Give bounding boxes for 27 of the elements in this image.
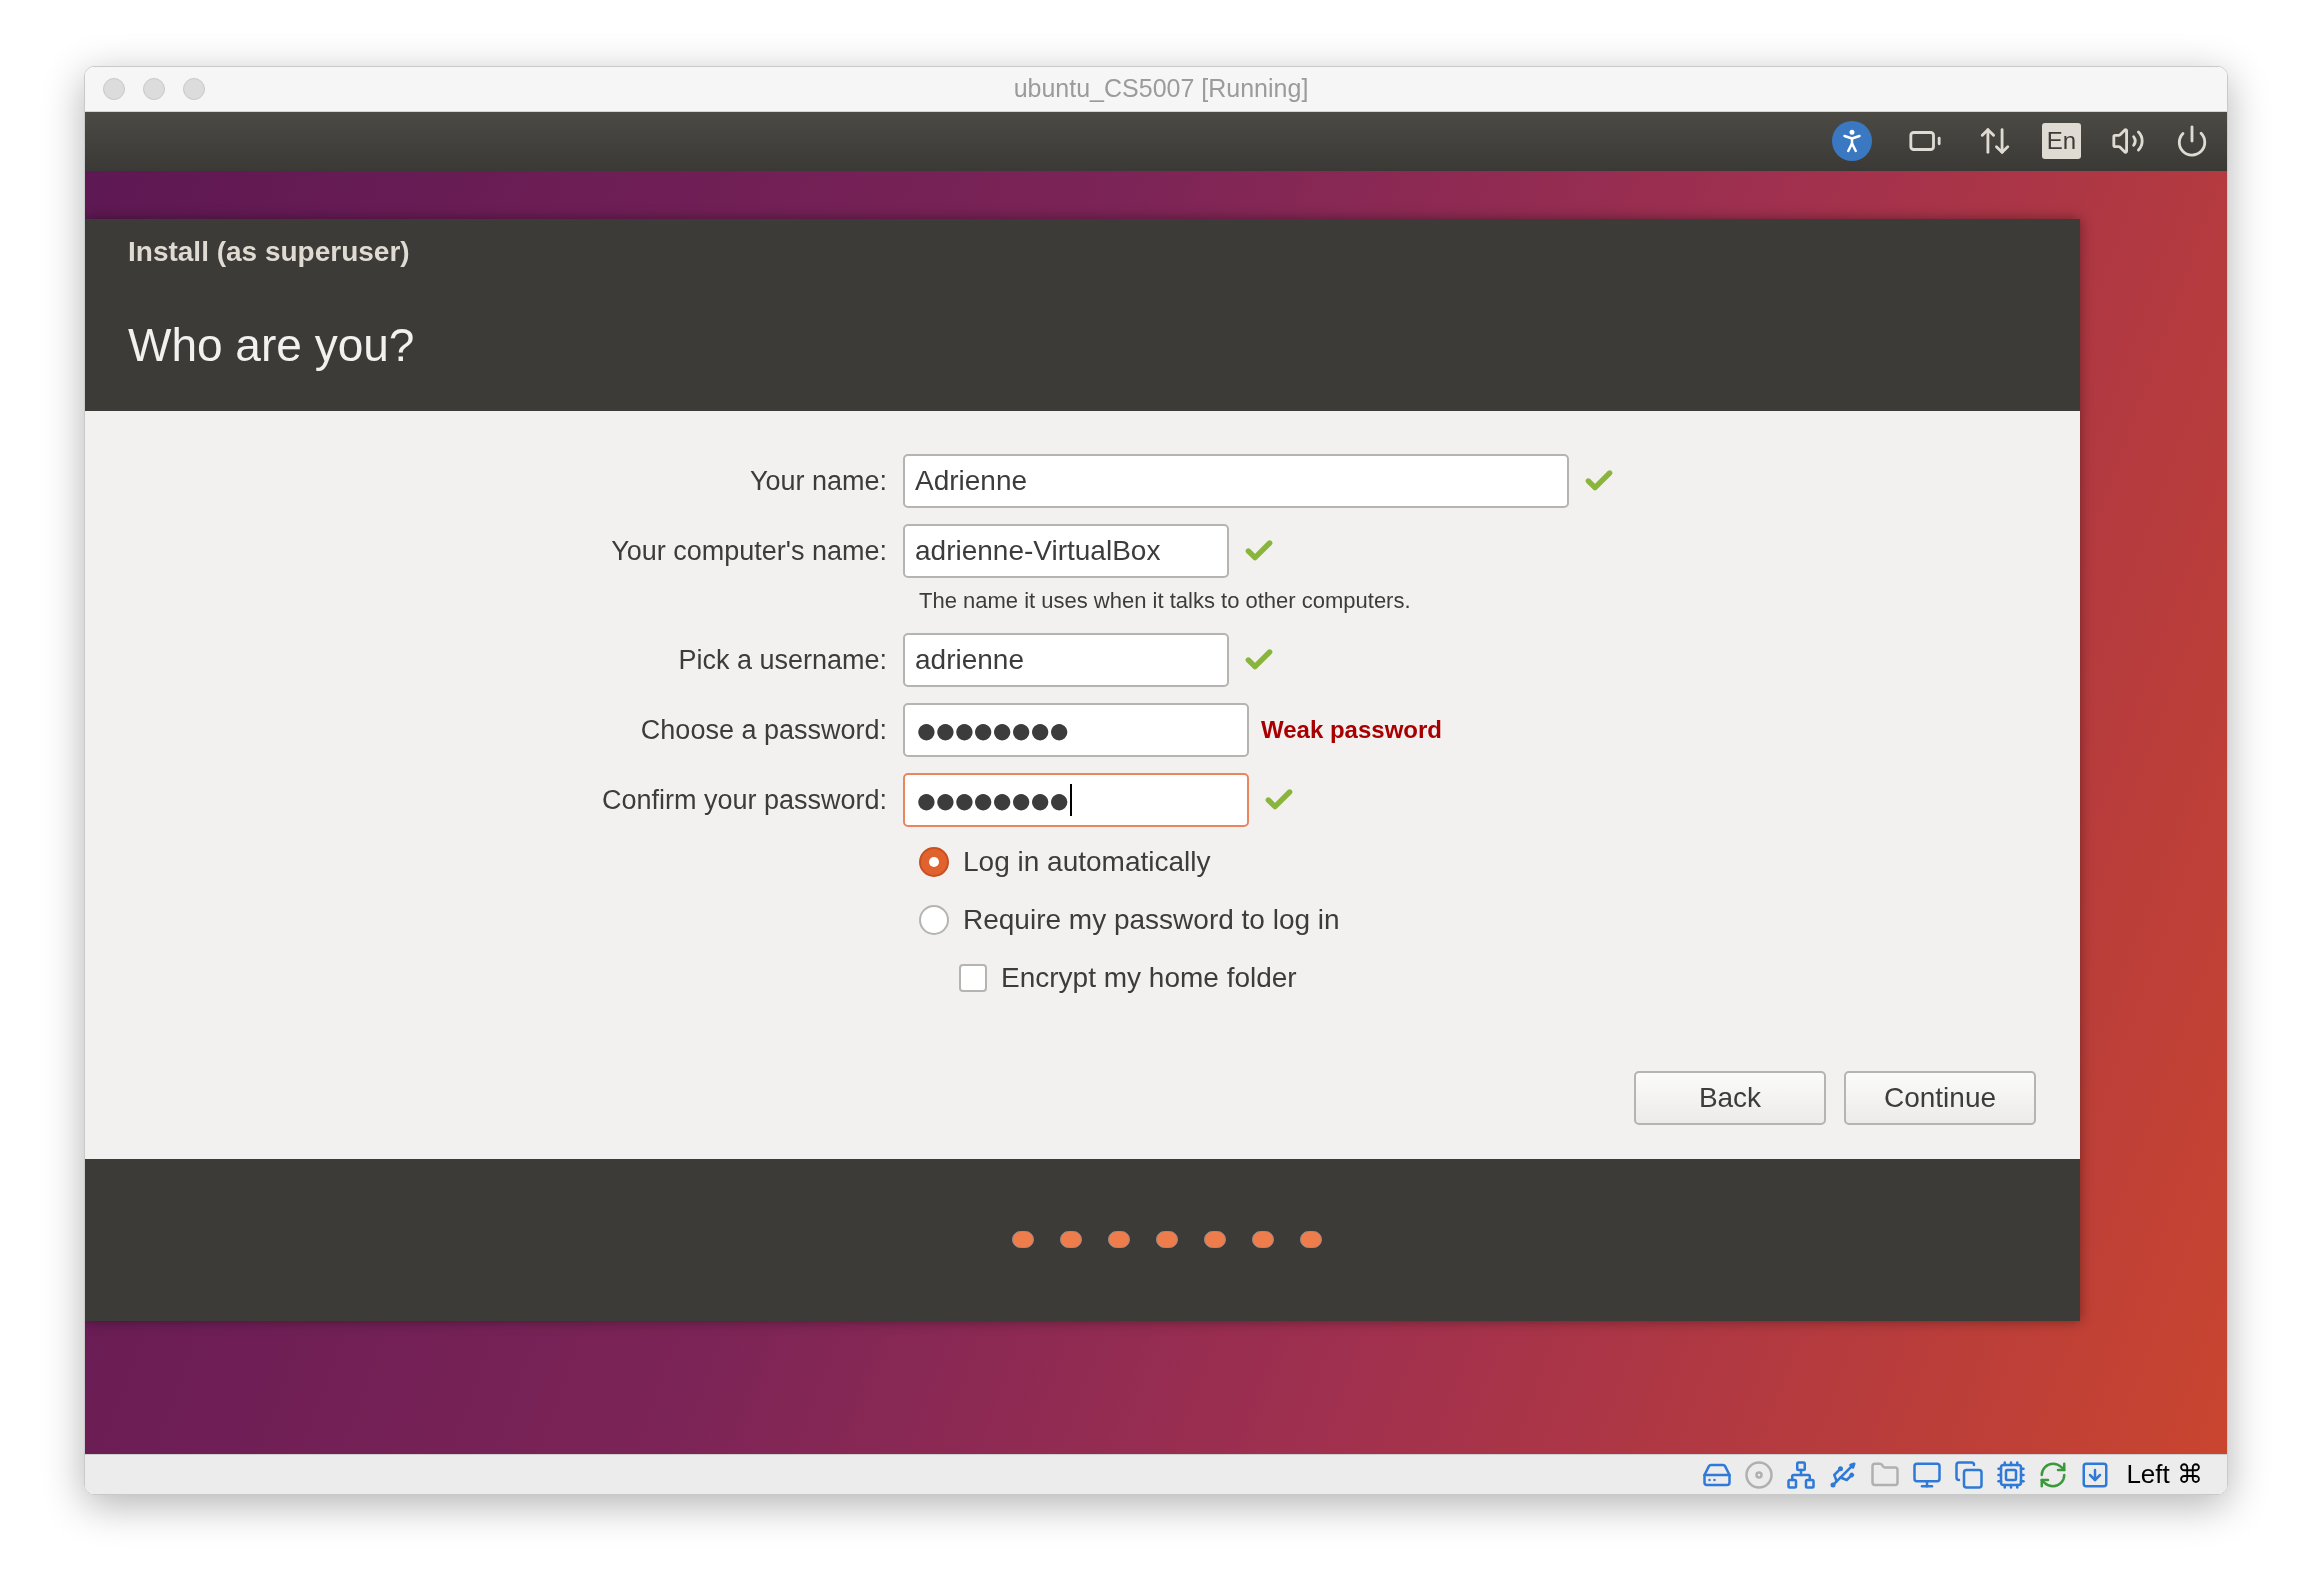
- disc-icon[interactable]: [1744, 1459, 1775, 1490]
- page-heading: Who are you?: [128, 317, 416, 373]
- text-field[interactable]: adrienne: [903, 632, 1229, 687]
- nav-button[interactable]: Continue: [1844, 1070, 2036, 1125]
- field-label: Your computer's name:: [610, 534, 888, 568]
- password-field[interactable]: ●●●●●●●●: [903, 702, 1249, 757]
- nav-button[interactable]: Back: [1634, 1070, 1826, 1125]
- host-key-label: Left ⌘: [2126, 1458, 2203, 1491]
- radio-option[interactable]: Log in automatically: [919, 840, 1211, 883]
- field-label: Confirm your password:: [600, 783, 888, 817]
- cpu-icon[interactable]: [1996, 1459, 2027, 1490]
- keyboard-layout-indicator[interactable]: En: [2041, 123, 2081, 160]
- window-title: ubuntu_CS5007 [Running]: [1013, 73, 1309, 105]
- field-hint: The name it uses when it talks to other computers.: [919, 586, 1412, 615]
- text-field[interactable]: Adrienne: [903, 453, 1569, 508]
- password-field[interactable]: ●●●●●●●●: [903, 772, 1249, 827]
- text-field[interactable]: adrienne-VirtualBox: [903, 523, 1229, 578]
- checkbox-option[interactable]: Encrypt my home folder: [959, 956, 1297, 999]
- installer-title: Install (as superuser): [128, 234, 411, 269]
- network-icon[interactable]: [1786, 1459, 1817, 1490]
- field-label: Pick a username:: [677, 643, 888, 677]
- power-icon[interactable]: [2175, 124, 2209, 159]
- field-label: Your name:: [748, 464, 888, 498]
- field-label: Choose a password:: [639, 713, 888, 747]
- password-strength-text: Weak password: [1261, 714, 1442, 745]
- accessibility-icon[interactable]: [1831, 121, 1872, 162]
- radio-option[interactable]: Require my password to log in: [919, 898, 1340, 941]
